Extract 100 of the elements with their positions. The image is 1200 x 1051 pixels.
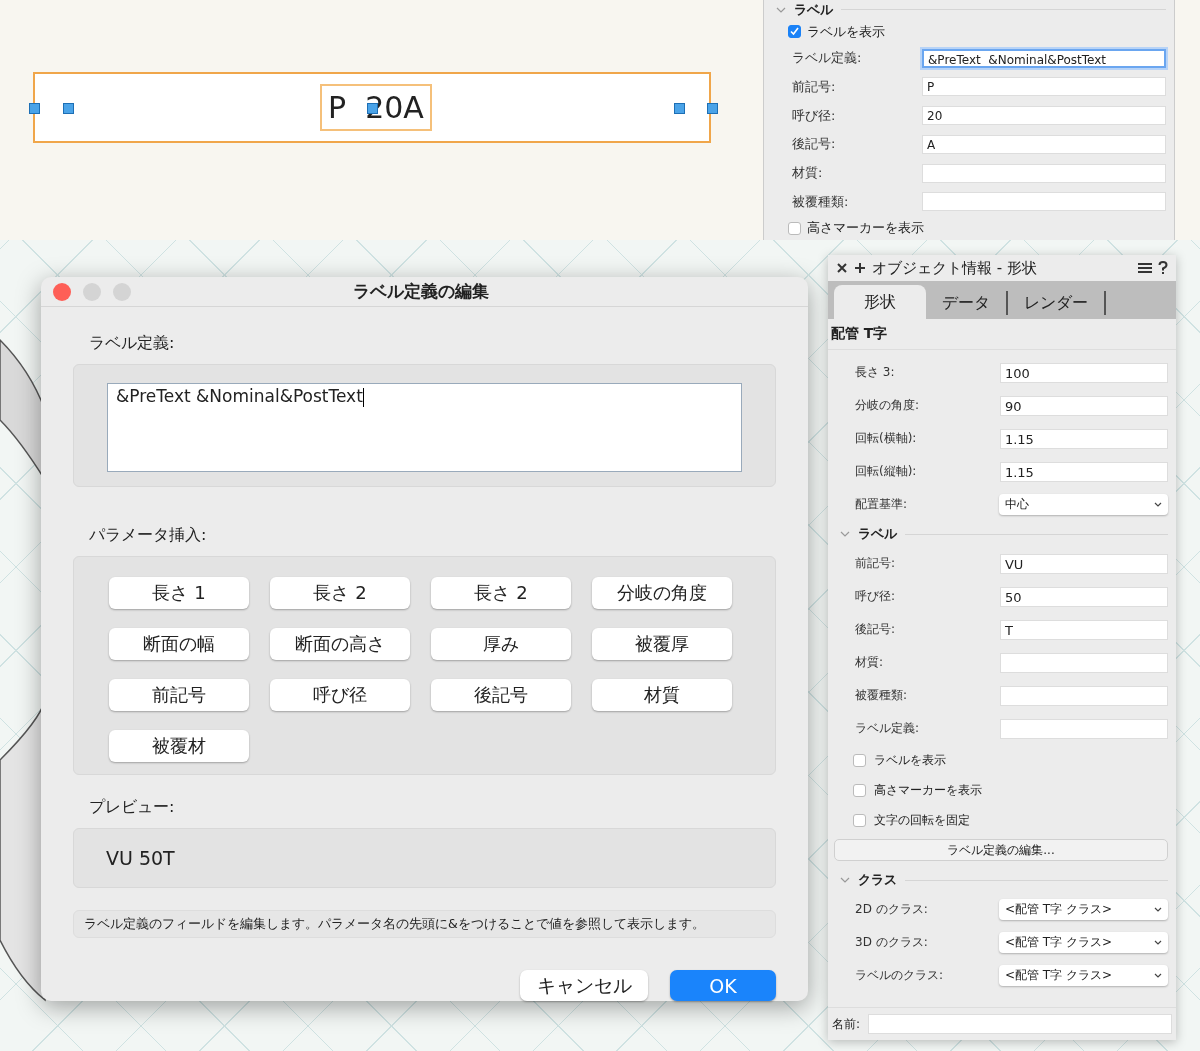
section-title: ラベル — [858, 525, 897, 543]
field-label: 2D のクラス: — [854, 901, 929, 918]
checkbox[interactable] — [853, 783, 866, 797]
field-label: 分岐の角度: — [854, 397, 921, 414]
cancel-button[interactable]: キャンセル — [520, 970, 648, 1001]
input-field[interactable] — [999, 685, 1168, 706]
chevron-down-icon — [1154, 907, 1162, 912]
help-text: ラベル定義のフィールドを編集します。パラメータ名の先頭に&をつけることで値を参照して表示します。 — [73, 910, 776, 938]
panel-title: オブジェクト情報 - 形状 — [872, 258, 1037, 278]
field-label: 呼び径: — [854, 588, 897, 605]
input-field[interactable] — [868, 1014, 1172, 1034]
checkbox[interactable] — [853, 753, 866, 767]
checkbox-label: ラベルを表示 — [874, 751, 946, 769]
field-label: 被覆種類: — [791, 192, 850, 211]
dropdown[interactable]: <配管 T字 クラス> — [998, 899, 1168, 920]
zoom-button[interactable] — [113, 282, 131, 301]
field-label: ラベルのクラス: — [854, 967, 945, 984]
ok-button[interactable]: OK — [670, 970, 776, 1001]
edit-label-button[interactable]: ラベル定義の編集... — [834, 839, 1168, 861]
close-icon[interactable] — [836, 262, 848, 274]
input-field[interactable] — [999, 652, 1168, 673]
tab[interactable]: レンダー — [1008, 291, 1106, 315]
field-label: 回転(横軸): — [854, 430, 918, 447]
parameter-button[interactable]: 材質 — [592, 679, 732, 711]
group-label: パラメータ挿入: — [88, 525, 208, 546]
input-field[interactable]: 1.15 — [999, 428, 1168, 449]
field-label: 3D のクラス: — [854, 934, 929, 951]
parameter-button[interactable]: 厚み — [431, 628, 571, 660]
selection-handle[interactable] — [707, 103, 718, 114]
parameter-button[interactable]: 長さ 2 — [270, 577, 410, 609]
input-field[interactable]: 50 — [999, 586, 1168, 607]
group-label: プレビュー: — [88, 797, 176, 818]
chevron-icon[interactable] — [840, 877, 850, 883]
close-button[interactable] — [53, 282, 71, 301]
input-field[interactable] — [922, 192, 1166, 212]
input-field[interactable]: T — [999, 619, 1168, 640]
input-field[interactable] — [922, 163, 1166, 183]
input-field[interactable]: 20 — [922, 106, 1166, 126]
dropdown[interactable]: <配管 T字 クラス> — [998, 965, 1168, 986]
tab[interactable]: 形状 — [834, 285, 926, 319]
checkbox-label: 高さマーカーを表示 — [874, 781, 982, 799]
input-field[interactable]: A — [922, 134, 1166, 154]
object-type: 配管 T字 — [828, 319, 1176, 350]
checkbox[interactable] — [788, 221, 801, 235]
chevron-icon[interactable] — [776, 6, 786, 13]
field-label: ラベル定義: — [854, 720, 921, 737]
field-label: 材質: — [791, 164, 824, 183]
parameter-button[interactable]: 被覆厚 — [592, 628, 732, 660]
chevron-icon[interactable] — [840, 531, 850, 537]
field-label: 後記号: — [854, 621, 897, 638]
input-field[interactable]: 1.15 — [999, 461, 1168, 482]
checkbox[interactable] — [788, 25, 801, 39]
field-label: 配置基準: — [854, 496, 909, 513]
selection-handle[interactable] — [63, 103, 74, 114]
parameter-button[interactable]: 長さ 1 — [109, 577, 249, 609]
chevron-down-icon — [1154, 940, 1162, 945]
section-title: クラス — [858, 871, 897, 889]
selection-handle[interactable] — [29, 103, 40, 114]
parameter-button[interactable]: 断面の高さ — [270, 628, 410, 660]
menu-icon[interactable] — [1138, 262, 1152, 274]
input-field[interactable]: VU — [999, 553, 1168, 574]
tab[interactable]: データ — [926, 291, 1008, 315]
parameter-button[interactable]: 前記号 — [109, 679, 249, 711]
field-label: 材質: — [854, 654, 885, 671]
parameter-button[interactable]: 呼び径 — [270, 679, 410, 711]
selection-handle[interactable] — [367, 103, 378, 114]
minimize-button[interactable] — [83, 282, 101, 301]
field-label: 前記号: — [854, 555, 897, 572]
checkbox-label: 高さマーカーを表示 — [807, 219, 924, 238]
parameter-button[interactable]: 後記号 — [431, 679, 571, 711]
checkbox-label: 文字の回転を固定 — [874, 811, 970, 829]
dropdown[interactable]: <配管 T字 クラス> — [998, 932, 1168, 953]
plus-icon[interactable] — [854, 262, 866, 274]
dialog-title: ラベル定義の編集 — [351, 280, 490, 303]
field-label: 後記号: — [791, 135, 837, 154]
parameter-button[interactable]: 分岐の角度 — [592, 577, 732, 609]
field-label: ラベル定義: — [791, 49, 863, 67]
parameter-button[interactable]: 断面の幅 — [109, 628, 249, 660]
group-label: ラベル定義: — [88, 333, 176, 354]
input-field[interactable] — [999, 718, 1168, 739]
chevron-down-icon — [1154, 973, 1162, 978]
input-field[interactable]: P — [922, 77, 1166, 97]
parameter-button[interactable]: 長さ 2 — [431, 577, 571, 609]
checkbox-label: ラベルを表示 — [807, 22, 885, 41]
section-title: ラベル — [794, 0, 833, 19]
field-label: 前記号: — [791, 77, 837, 96]
chevron-down-icon — [1154, 502, 1162, 507]
selection-handle[interactable] — [674, 103, 685, 114]
text-area[interactable]: &PreText &Nominal&PostText — [107, 383, 742, 472]
input-field[interactable]: &PreText &Nominal&PostText — [922, 48, 1166, 68]
field-label: 名前: — [832, 1015, 861, 1033]
input-field[interactable]: 100 — [999, 362, 1168, 383]
parameter-button[interactable]: 被覆材 — [109, 730, 249, 762]
dropdown[interactable]: 中心 — [998, 494, 1168, 515]
field-label: 被覆種類: — [854, 687, 909, 704]
help-icon[interactable] — [1158, 261, 1168, 275]
input-field[interactable]: 90 — [999, 395, 1168, 416]
field-label: 回転(縦軸): — [854, 463, 918, 480]
field-label: 長さ 3: — [854, 364, 896, 381]
checkbox[interactable] — [853, 813, 866, 827]
